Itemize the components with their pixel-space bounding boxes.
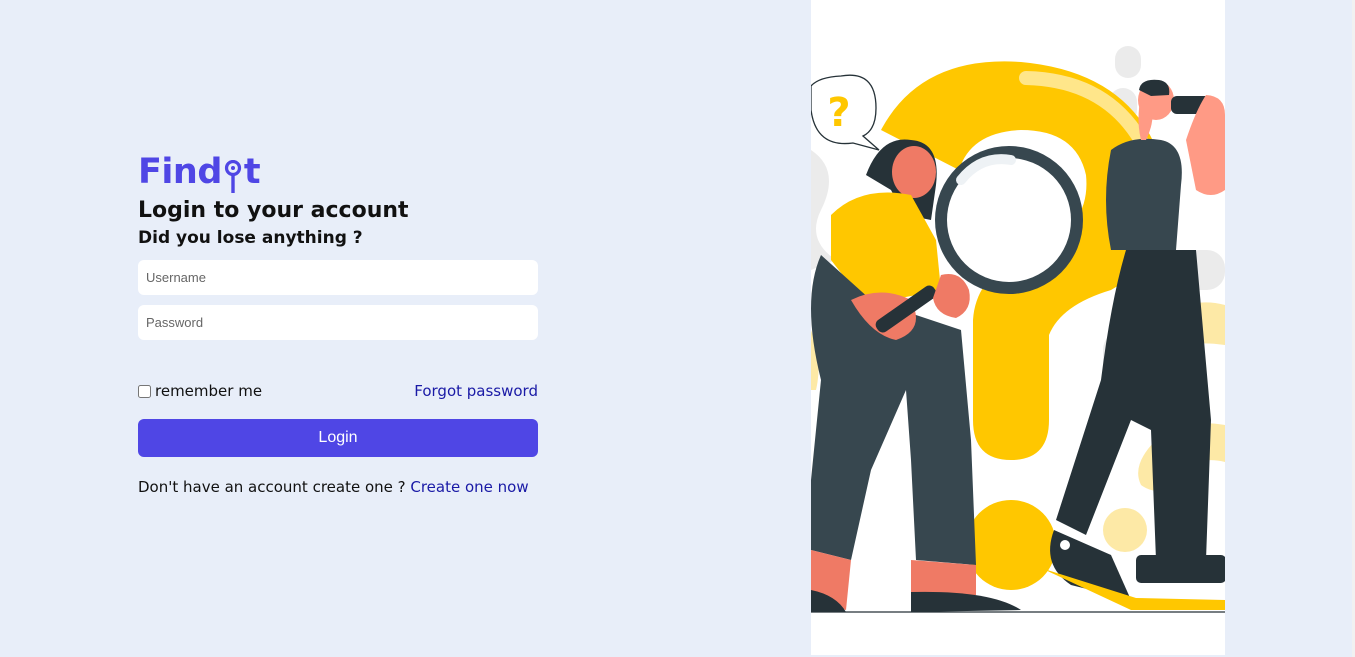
username-input[interactable] <box>138 260 538 295</box>
password-input[interactable] <box>138 305 538 340</box>
login-button[interactable]: Login <box>138 419 538 457</box>
lost-item-search-illustration: ? <box>811 46 1225 613</box>
remember-me-checkbox[interactable] <box>138 384 151 398</box>
page-subtitle: Did you lose anything ? <box>138 228 363 248</box>
signup-prompt: Don't have an account create one ? <box>138 478 411 496</box>
signup-row: Don't have an account create one ? Creat… <box>138 478 538 496</box>
logo-text-suffix: t <box>243 152 261 192</box>
question-mark-icon: ? <box>827 90 850 136</box>
logo-text-prefix: Find <box>138 152 222 192</box>
remember-me-control[interactable]: remember me <box>138 382 262 400</box>
forgot-password-link[interactable]: Forgot password <box>414 382 538 400</box>
login-panel: Find t Login to your account Did you los… <box>138 152 538 496</box>
illustration-panel: ? <box>811 0 1225 655</box>
remember-me-label: remember me <box>155 382 263 400</box>
login-options-row: remember me Forgot password <box>138 380 538 402</box>
map-pin-icon <box>224 160 241 193</box>
page-title: Login to your account <box>138 198 409 223</box>
create-account-link[interactable]: Create one now <box>410 478 528 496</box>
login-page: Find t Login to your account Did you los… <box>0 0 1355 657</box>
findit-logo: Find t <box>138 152 538 193</box>
